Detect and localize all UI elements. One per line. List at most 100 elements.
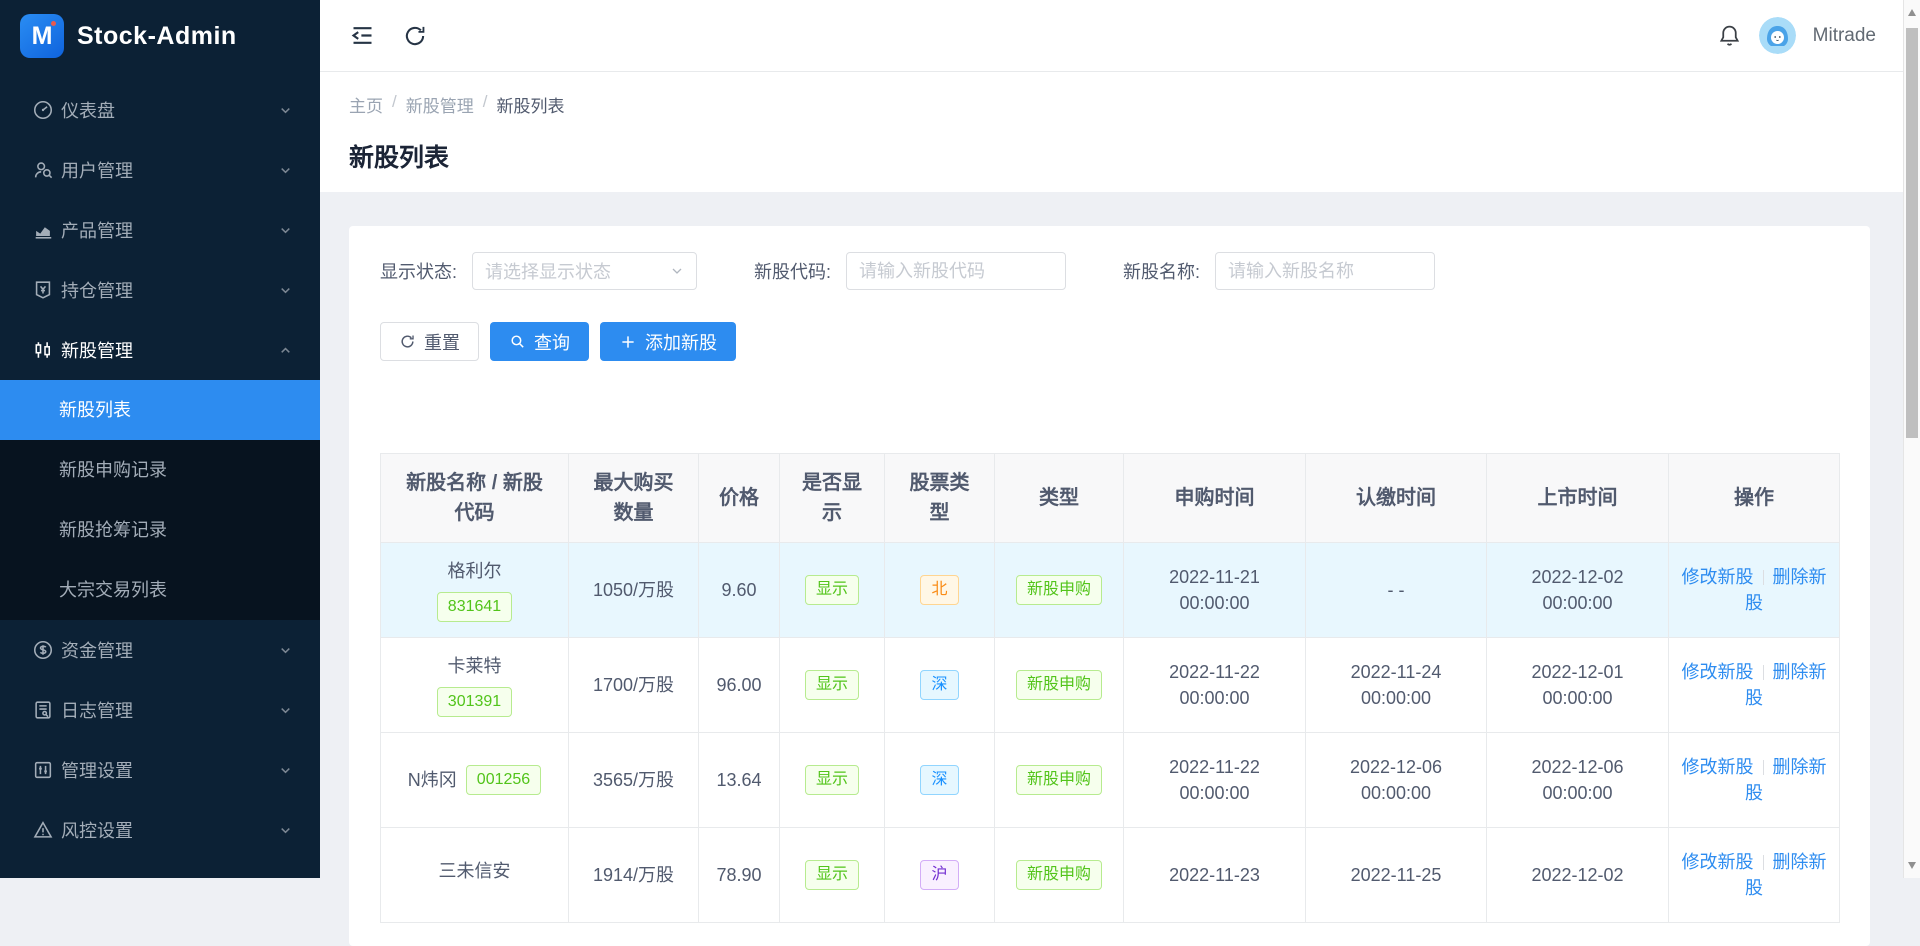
name-input[interactable] [1215, 252, 1435, 290]
filter-code-group: 新股代码: [754, 252, 1066, 290]
cell-apply-time: 2022-11-21 00:00:00 [1124, 543, 1306, 638]
sidebar-collapse-icon[interactable] [349, 22, 376, 49]
admin-settings-icon [32, 759, 54, 781]
cell-max-buy: 3565/万股 [569, 733, 699, 828]
sidebar-item-products[interactable]: 产品管理 [0, 200, 320, 260]
edit-newstock-link[interactable]: 修改新股 [1682, 852, 1754, 872]
sidebar-item-newstock[interactable]: 新股管理 [0, 320, 320, 380]
sidebar-item-label: 产品管理 [61, 217, 279, 243]
sidebar-subitem-rush-records[interactable]: 新股抢筹记录 [0, 500, 320, 560]
sidebar-item-dashboard[interactable]: 仪表盘 [0, 80, 320, 140]
position-icon [32, 279, 54, 301]
cell-market: 深 [885, 733, 995, 828]
visible-tag: 显示 [805, 860, 859, 890]
stock-name: 三未信安 [397, 858, 552, 884]
edit-newstock-link[interactable]: 修改新股 [1682, 757, 1754, 777]
sidebar-item-positions[interactable]: 持仓管理 [0, 260, 320, 320]
cell-name-code: 三未信安 [381, 828, 569, 923]
funds-icon [32, 639, 54, 661]
breadcrumb-separator: / [392, 92, 397, 117]
refresh-icon[interactable] [402, 23, 428, 49]
col-header-stock-type: 股票类型 [885, 454, 995, 543]
cell-list-time: 2022-12-06 00:00:00 [1487, 733, 1669, 828]
action-divider [1763, 665, 1764, 680]
sidebar-item-label: 持仓管理 [61, 277, 279, 303]
cell-max-buy: 1914/万股 [569, 828, 699, 923]
sidebar-subitem-newstock-list[interactable]: 新股列表 [0, 380, 320, 440]
type-tag: 新股申购 [1016, 765, 1102, 795]
col-header-max-buy: 最大购买数量 [569, 454, 699, 543]
cell-pay-time: 2022-12-06 00:00:00 [1306, 733, 1487, 828]
col-header-type: 类型 [995, 454, 1124, 543]
visible-tag: 显示 [805, 765, 859, 795]
cell-market: 深 [885, 638, 995, 733]
notification-bell-icon[interactable] [1717, 23, 1742, 48]
topbar: Mitrade [320, 0, 1920, 72]
table-header-row: 新股名称 / 新股代码 最大购买数量 价格 是否显示 股票类型 类型 申购时间 … [381, 454, 1840, 543]
scrollbar-down-arrow[interactable] [1908, 862, 1916, 869]
user-management-icon [32, 159, 54, 181]
sidebar-item-users[interactable]: 用户管理 [0, 140, 320, 200]
cell-market: 沪 [885, 828, 995, 923]
delete-newstock-link[interactable]: 删除新股 [1745, 757, 1827, 803]
logs-icon [32, 699, 54, 721]
market-tag: 深 [920, 670, 958, 700]
cell-actions: 修改新股删除新股 [1669, 638, 1840, 733]
newstock-submenu: 新股列表 新股申购记录 新股抢筹记录 大宗交易列表 [0, 380, 320, 620]
table-row: 卡莱特 301391 1700/万股 96.00 显示 深 新股申购 2022-… [381, 638, 1840, 733]
toolbar: 重置 查询 添加新股 [380, 322, 1839, 361]
chevron-down-icon [279, 704, 292, 717]
status-select[interactable]: 请选择显示状态 [472, 252, 697, 290]
page-head: 主页 / 新股管理 / 新股列表 新股列表 [320, 72, 1920, 192]
user-name[interactable]: Mitrade [1813, 25, 1876, 47]
breadcrumb-newstock-management[interactable]: 新股管理 [406, 92, 474, 117]
reset-button[interactable]: 重置 [380, 322, 479, 361]
cell-actions: 修改新股删除新股 [1669, 828, 1840, 923]
cell-max-buy: 1050/万股 [569, 543, 699, 638]
cell-price: 96.00 [699, 638, 780, 733]
code-input[interactable] [846, 252, 1066, 290]
cell-type: 新股申购 [995, 828, 1124, 923]
cell-price: 9.60 [699, 543, 780, 638]
chevron-up-icon [279, 344, 292, 357]
breadcrumb-separator: / [483, 92, 488, 117]
search-button[interactable]: 查询 [490, 322, 589, 361]
breadcrumb-home[interactable]: 主页 [349, 92, 383, 117]
sidebar-item-risk-settings[interactable]: 风控设置 [0, 800, 320, 860]
sidebar-item-logs[interactable]: 日志管理 [0, 680, 320, 740]
stock-name: 卡莱特 [397, 653, 552, 679]
app-logo: M Stock-Admin [0, 0, 320, 72]
search-button-label: 查询 [534, 329, 570, 355]
sidebar-item-funds[interactable]: 资金管理 [0, 620, 320, 680]
delete-newstock-link[interactable]: 删除新股 [1745, 852, 1827, 898]
type-tag: 新股申购 [1016, 670, 1102, 700]
newstock-table: 新股名称 / 新股代码 最大购买数量 价格 是否显示 股票类型 类型 申购时间 … [380, 453, 1840, 923]
name-filter-label: 新股名称: [1123, 258, 1200, 284]
delete-newstock-link[interactable]: 删除新股 [1745, 662, 1827, 708]
type-tag: 新股申购 [1016, 860, 1102, 890]
sidebar-item-admin-settings[interactable]: 管理设置 [0, 740, 320, 800]
user-avatar[interactable] [1759, 17, 1796, 54]
scrollbar-up-arrow[interactable] [1908, 9, 1916, 16]
sidebar-subitem-subscribe-records[interactable]: 新股申购记录 [0, 440, 320, 500]
delete-newstock-link[interactable]: 删除新股 [1745, 567, 1827, 613]
sidebar-subitem-block-trade-list[interactable]: 大宗交易列表 [0, 560, 320, 620]
edit-newstock-link[interactable]: 修改新股 [1682, 567, 1754, 587]
stock-code-tag: 001256 [466, 765, 541, 795]
edit-newstock-link[interactable]: 修改新股 [1682, 662, 1754, 682]
breadcrumb: 主页 / 新股管理 / 新股列表 [349, 92, 1920, 117]
add-newstock-button[interactable]: 添加新股 [600, 322, 736, 361]
vertical-scrollbar [1903, 0, 1920, 878]
col-header-actions: 操作 [1669, 454, 1840, 543]
cell-price: 78.90 [699, 828, 780, 923]
reset-icon [399, 333, 416, 350]
sidebar-item-label: 日志管理 [61, 697, 279, 723]
action-divider [1763, 760, 1764, 775]
cell-visible: 显示 [780, 733, 885, 828]
main-area: Mitrade 主页 / 新股管理 / 新股列表 新股列表 显示状态: 请选择显… [320, 0, 1920, 878]
action-divider [1763, 570, 1764, 585]
chevron-down-icon [279, 284, 292, 297]
market-tag: 北 [920, 575, 958, 605]
scrollbar-thumb[interactable] [1906, 28, 1918, 438]
status-select-placeholder: 请选择显示状态 [485, 258, 611, 284]
